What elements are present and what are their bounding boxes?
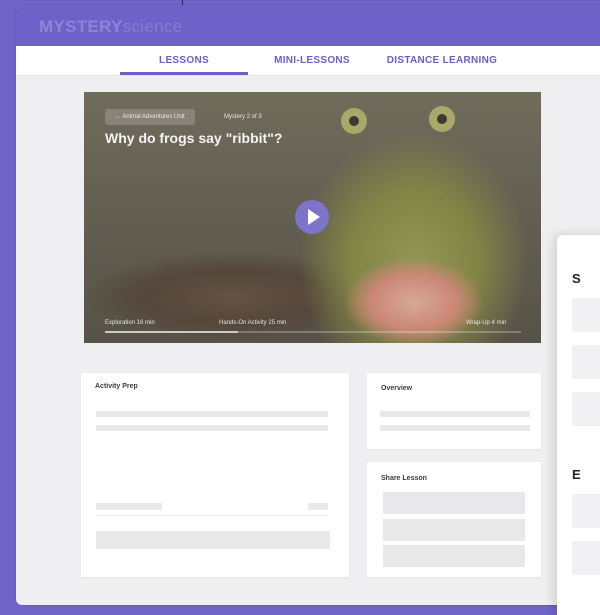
placeholder-line	[96, 503, 162, 510]
overview-card: Overview	[367, 373, 541, 449]
share-option[interactable]	[383, 492, 525, 514]
segment-exploration[interactable]: Exploration 16 min	[105, 320, 155, 326]
tab-mini-lessons[interactable]: MINI-LESSONS	[262, 46, 362, 75]
side-panel: S E	[557, 235, 600, 615]
segment-hands-on-activity[interactable]: Hands-On Activity 25 min	[219, 320, 286, 326]
placeholder-line	[380, 425, 530, 431]
tab-distance-learning[interactable]: DISTANCE LEARNING	[378, 46, 506, 75]
video-progress-fill	[105, 331, 239, 333]
side-panel-heading: S	[572, 271, 581, 286]
activity-prep-card: Activity Prep	[81, 373, 349, 577]
placeholder-line	[308, 503, 328, 510]
segment-wrap-up[interactable]: Wrap-Up 4 min	[466, 320, 506, 326]
side-panel-item[interactable]	[572, 298, 600, 332]
side-panel-item[interactable]	[572, 345, 600, 379]
tab-lessons[interactable]: LESSONS	[120, 46, 248, 75]
placeholder-line	[96, 425, 328, 431]
lesson-title: Why do frogs say "ribbit"?	[105, 130, 283, 146]
nav-bar: LESSONS MINI-LESSONS DISTANCE LEARNING	[16, 46, 600, 76]
activity-prep-title: Activity Prep	[95, 383, 138, 390]
divider	[96, 515, 328, 516]
mystery-count: Mystery 2 of 3	[224, 114, 262, 120]
top-bar: MYSTERYscience	[16, 5, 600, 46]
side-panel-item[interactable]	[572, 494, 600, 528]
logo-light-text: science	[122, 17, 183, 36]
unit-back-link[interactable]: ← Animal Adventures Unit	[105, 109, 195, 125]
app-logo[interactable]: MYSTERYscience	[39, 17, 182, 37]
video-progress-bar[interactable]	[105, 331, 521, 333]
placeholder-line	[380, 411, 530, 417]
placeholder-line	[96, 411, 328, 417]
share-lesson-card: Share Lesson	[367, 462, 541, 577]
side-panel-heading: E	[572, 467, 581, 482]
browser-window: MYSTERYscience LESSONS MINI-LESSONS DIST…	[16, 5, 600, 605]
share-option[interactable]	[383, 545, 525, 567]
side-panel-item[interactable]	[572, 541, 600, 575]
side-panel-item[interactable]	[572, 392, 600, 426]
overview-title: Overview	[381, 385, 413, 392]
lesson-video-hero[interactable]: ← Animal Adventures Unit Mystery 2 of 3 …	[84, 92, 541, 343]
play-button[interactable]	[295, 200, 329, 234]
share-option[interactable]	[383, 519, 525, 541]
placeholder-block	[96, 531, 330, 549]
share-lesson-title: Share Lesson	[381, 475, 427, 482]
logo-bold-text: MYSTERY	[39, 17, 123, 36]
